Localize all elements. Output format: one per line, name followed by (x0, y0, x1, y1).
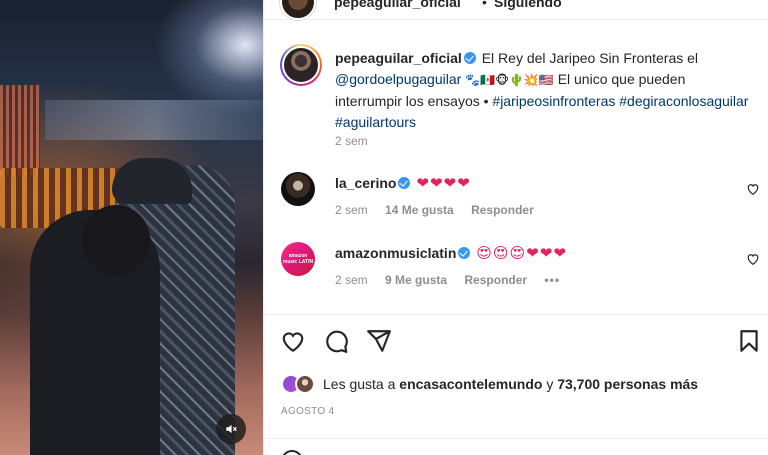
comment-meta: 2 sem 14 Me gusta Responder (335, 203, 534, 217)
caption-time[interactable]: 2 sem (335, 134, 368, 148)
comment-icon[interactable] (323, 328, 349, 354)
header-dot: • (482, 0, 487, 10)
caption-text: pepeaguilar_oficial El Rey del Jaripeo S… (335, 48, 755, 133)
share-icon[interactable] (366, 328, 392, 354)
mute-button[interactable] (216, 414, 246, 444)
comment-avatar[interactable] (281, 172, 315, 206)
comment-likes[interactable]: 14 Me gusta (385, 203, 454, 217)
hashtag-aguilartours[interactable]: #aguilartours (335, 114, 416, 130)
post-date[interactable]: AGOSTO 4 (281, 406, 334, 417)
comment-time[interactable]: 2 sem (335, 203, 368, 217)
mute-icon (226, 424, 237, 434)
hashtag-degiraconlosaguilar[interactable]: #degiraconlosaguilar (619, 93, 748, 109)
likes-text: Les gusta a encasacontelemundo y 73,700 … (323, 376, 698, 392)
heart-icon[interactable] (746, 182, 760, 196)
comment-text: 😍😍😍❤❤❤ (476, 244, 567, 262)
like-icon[interactable] (280, 328, 306, 354)
actions-divider (264, 314, 768, 315)
reply-button[interactable]: Responder (471, 203, 534, 217)
header-username[interactable]: pepeaguilar_oficial (334, 0, 461, 10)
stage-screen (0, 85, 40, 175)
comment-text: ❤❤❤❤ (416, 174, 471, 192)
verified-icon (458, 247, 471, 259)
photo-cap (112, 158, 192, 204)
post-photo[interactable] (0, 0, 263, 455)
caption-avatar[interactable] (280, 44, 322, 86)
caption-emojis: 🐾🇲🇽🐵🌵💥🇺🇸 (465, 73, 554, 87)
verified-icon (398, 177, 411, 189)
comment-body: amazonmusiclatin 😍😍😍❤❤❤ (335, 244, 567, 262)
comment-bar (264, 438, 768, 455)
liker-avatar[interactable] (295, 374, 315, 394)
reply-button[interactable]: Responder (464, 273, 527, 287)
caption-text-1: El Rey del Jaripeo Sin Fronteras el (481, 50, 699, 66)
likes-prefix: Les gusta a (323, 376, 396, 392)
comment-body: la_cerino ❤❤❤❤ (335, 174, 471, 192)
likes-user[interactable]: encasacontelemundo (399, 376, 542, 392)
likes-summary: Les gusta a encasacontelemundo y 73,700 … (281, 373, 698, 395)
caption-username[interactable]: pepeaguilar_oficial (335, 50, 462, 66)
heart-icon[interactable] (746, 252, 760, 266)
comment-time[interactable]: 2 sem (335, 273, 368, 287)
verified-icon (463, 52, 476, 64)
follow-button[interactable]: Siguiendo (494, 0, 562, 10)
post-side-panel: pepeaguilar_oficial • Siguiendo pepeagui… (263, 0, 768, 455)
comment-avatar[interactable]: amazon music LATIN (281, 242, 315, 276)
post-header: pepeaguilar_oficial • Siguiendo (264, 0, 768, 20)
comment-meta: 2 sem 9 Me gusta Responder ••• (335, 273, 560, 287)
bookmark-icon[interactable] (736, 328, 762, 354)
comment-username[interactable]: la_cerino (335, 175, 396, 191)
photo-head (82, 205, 150, 275)
hashtag-jaripeosinfronteras[interactable]: #jaripeosinfronteras (492, 93, 615, 109)
likes-count[interactable]: 73,700 personas más (557, 376, 698, 392)
header-avatar[interactable] (280, 0, 316, 20)
likes-connector: y (546, 376, 554, 392)
more-icon[interactable]: ••• (544, 273, 560, 287)
comment-username[interactable]: amazonmusiclatin (335, 245, 456, 261)
stage-lights (45, 100, 263, 140)
caption-mention[interactable]: @gordoelpugaguilar (335, 71, 461, 87)
avatar-label: amazon music LATIN (282, 253, 314, 265)
comment-likes[interactable]: 9 Me gusta (385, 273, 447, 287)
